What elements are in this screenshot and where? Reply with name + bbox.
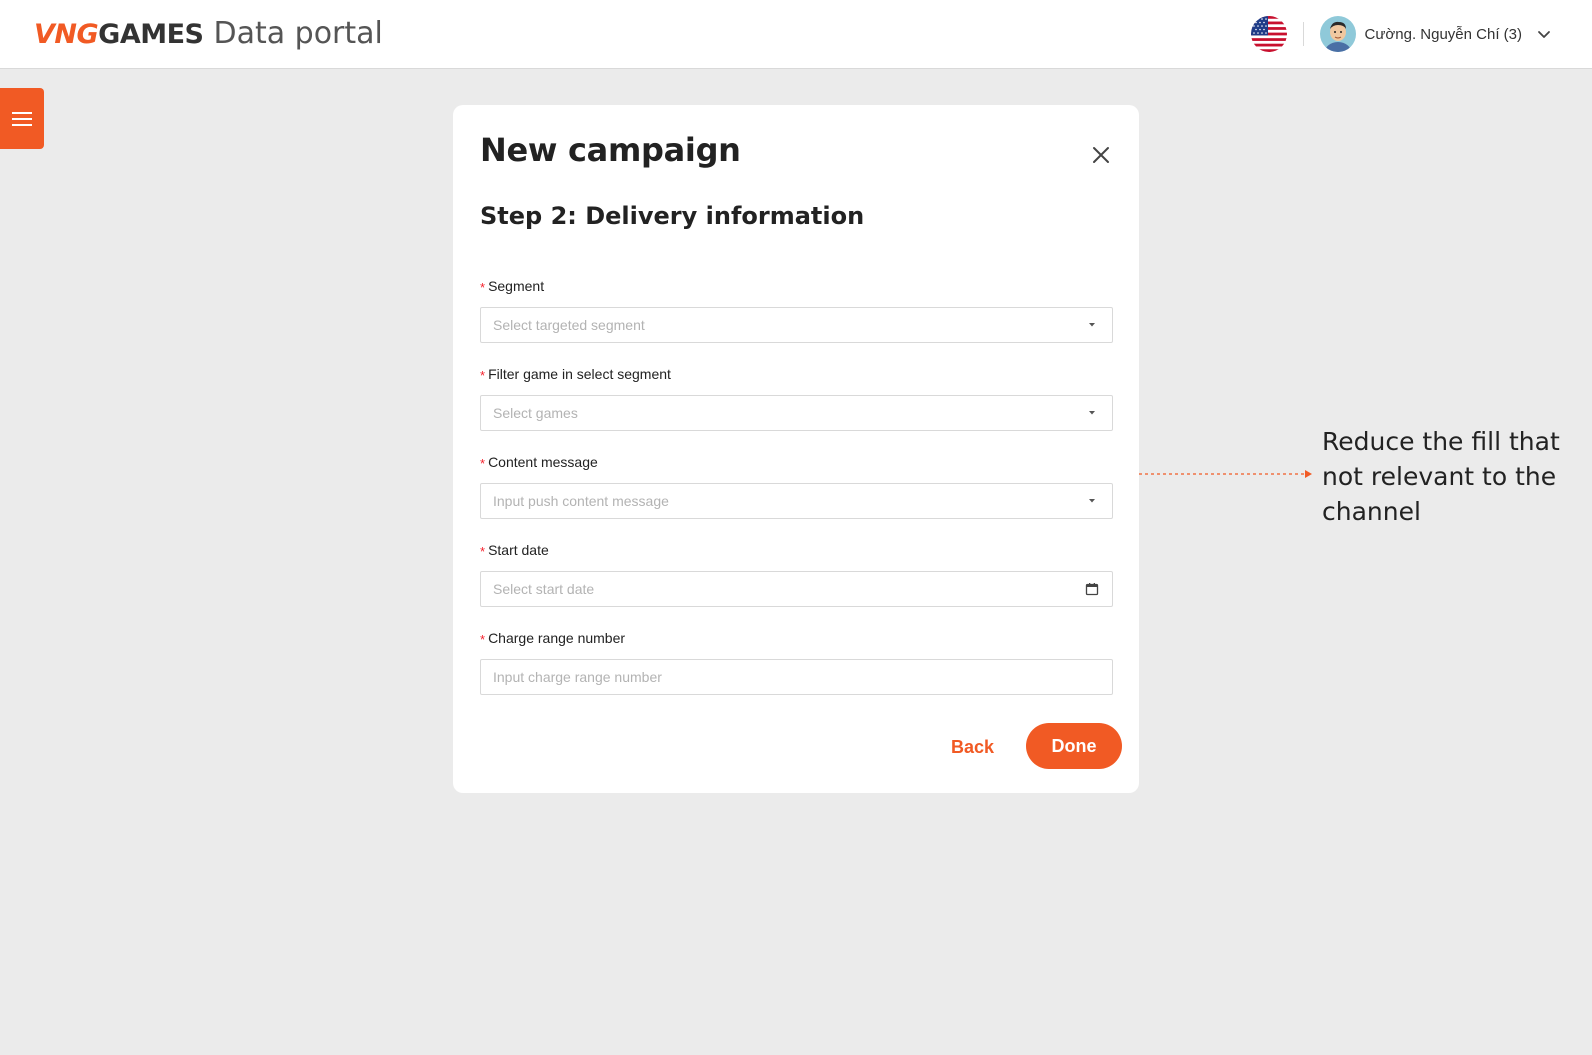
required-marker: * xyxy=(480,368,486,383)
hamburger-icon xyxy=(12,111,32,126)
new-campaign-modal: New campaign Step 2: Delivery informatio… xyxy=(453,105,1139,793)
step-title: Step 2: Delivery information xyxy=(480,202,865,230)
start-date-label: * Start date xyxy=(480,542,549,559)
content-message-select[interactable] xyxy=(480,483,1113,519)
portal-title: Data portal xyxy=(213,16,383,51)
header-divider xyxy=(1302,22,1304,46)
segment-input[interactable] xyxy=(481,308,1084,342)
user-name[interactable]: Cường. Nguyễn Chí (3) xyxy=(1365,26,1522,43)
annotation-note: Reduce the fill that not relevant to the… xyxy=(1322,427,1560,526)
required-marker: * xyxy=(480,280,486,295)
content-message-label: * Content message xyxy=(480,454,598,471)
segment-select[interactable] xyxy=(480,307,1113,343)
filter-game-label: * Filter game in select segment xyxy=(480,366,671,383)
menu-toggle-button[interactable] xyxy=(0,88,44,149)
start-date-input[interactable] xyxy=(481,572,1084,606)
modal-title: New campaign xyxy=(480,131,741,169)
content-message-field: * Content message xyxy=(480,452,1113,519)
done-button[interactable]: Done xyxy=(1026,723,1122,769)
close-icon[interactable] xyxy=(1089,143,1113,167)
top-header: VNGGAMES Data portal Cường. Nguyễn Chí (… xyxy=(0,0,1592,69)
start-date-field: * Start date xyxy=(480,540,1113,607)
charge-range-box[interactable] xyxy=(480,659,1113,695)
filter-game-field: * Filter game in select segment xyxy=(480,364,1113,431)
charge-range-field: * Charge range number xyxy=(480,628,1113,695)
caret-down-icon xyxy=(1084,317,1100,333)
games-input[interactable] xyxy=(481,396,1084,430)
charge-range-label: * Charge range number xyxy=(480,630,626,647)
calendar-icon[interactable] xyxy=(1084,581,1100,597)
required-marker: * xyxy=(480,632,486,647)
segment-label: * Segment xyxy=(480,278,545,295)
vnggames-logo: VNGGAMES xyxy=(34,19,204,50)
avatar[interactable] xyxy=(1319,16,1356,52)
start-date-picker[interactable] xyxy=(480,571,1113,607)
header-user-area: Cường. Nguyễn Chí (3) xyxy=(1250,16,1552,52)
back-button[interactable]: Back xyxy=(947,725,998,769)
required-marker: * xyxy=(480,544,486,559)
required-marker: * xyxy=(480,456,486,471)
content-message-input[interactable] xyxy=(481,484,1084,518)
caret-down-icon xyxy=(1084,493,1100,509)
charge-range-input[interactable] xyxy=(481,660,1112,694)
brand-logo[interactable]: VNGGAMES Data portal xyxy=(34,14,383,54)
games-select[interactable] xyxy=(480,395,1113,431)
annotation-arrow-icon xyxy=(1139,470,1312,478)
chevron-down-icon[interactable] xyxy=(1536,26,1552,42)
caret-down-icon xyxy=(1084,405,1100,421)
us-flag-icon[interactable] xyxy=(1250,16,1287,52)
segment-field: * Segment xyxy=(480,276,1113,343)
